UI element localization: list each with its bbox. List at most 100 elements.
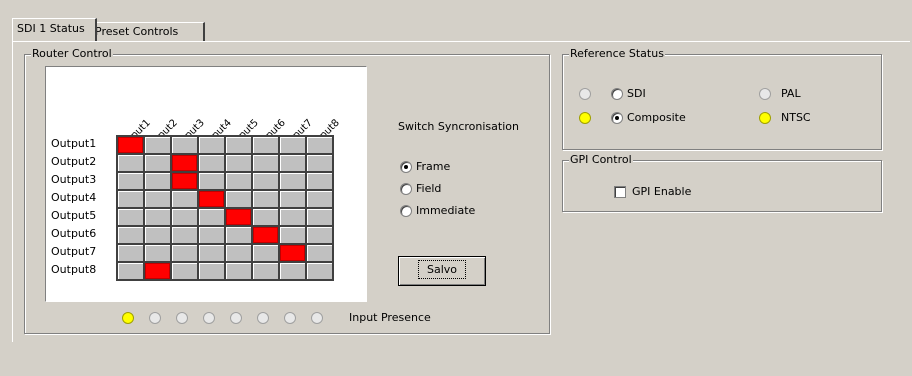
crosspoint-button[interactable] (253, 191, 278, 207)
crosspoint-button[interactable] (172, 155, 197, 171)
crosspoint-button[interactable] (172, 137, 197, 153)
crosspoint-button[interactable] (253, 263, 278, 279)
crosspoint-button[interactable] (280, 191, 305, 207)
crosspoint-button[interactable] (253, 209, 278, 225)
output-row-label: Output7 (51, 245, 97, 258)
crosspoint-button[interactable] (145, 209, 170, 225)
ref-composite-label: Composite (627, 111, 686, 124)
input-presence-led (230, 312, 242, 324)
crosspoint-button[interactable] (145, 245, 170, 261)
crosspoint-button[interactable] (199, 227, 224, 243)
sync-frame-option[interactable]: Frame (400, 160, 450, 174)
crosspoint-button[interactable] (145, 263, 170, 279)
crosspoint-button[interactable] (253, 155, 278, 171)
crosspoint-button[interactable] (118, 191, 143, 207)
crosspoint-button[interactable] (118, 209, 143, 225)
sync-immediate-label: Immediate (416, 204, 476, 217)
crosspoint-button[interactable] (199, 263, 224, 279)
gpi-control-title: GPI Control (569, 153, 633, 167)
crosspoint-button[interactable] (199, 245, 224, 261)
crosspoint-button[interactable] (280, 245, 305, 261)
salvo-button[interactable]: Salvo (398, 256, 486, 286)
crosspoint-button[interactable] (145, 137, 170, 153)
output-row-label: Output1 (51, 137, 97, 150)
crosspoint-button[interactable] (199, 173, 224, 189)
crosspoint-button[interactable] (307, 191, 332, 207)
crosspoint-button[interactable] (280, 263, 305, 279)
ref-sdi-radio[interactable] (611, 88, 623, 100)
salvo-button-label: Salvo (417, 260, 467, 279)
input-presence-led (284, 312, 296, 324)
crosspoint-button[interactable] (307, 263, 332, 279)
output-row-label: Output5 (51, 209, 97, 222)
crosspoint-button[interactable] (226, 245, 251, 261)
crosspoint-button[interactable] (172, 245, 197, 261)
crosspoint-button[interactable] (307, 227, 332, 243)
crosspoint-button[interactable] (172, 227, 197, 243)
pal-led (759, 88, 771, 100)
crosspoint-button[interactable] (172, 173, 197, 189)
sync-immediate-radio[interactable] (400, 205, 412, 217)
sync-field-label: Field (416, 182, 442, 195)
input-presence-led (149, 312, 161, 324)
crosspoint-button[interactable] (253, 137, 278, 153)
tab-preset-controls[interactable]: Preset Controls (90, 22, 205, 41)
crosspoint-button[interactable] (145, 227, 170, 243)
sync-field-option[interactable]: Field (400, 182, 441, 196)
input-presence-led (203, 312, 215, 324)
crosspoint-button[interactable] (307, 137, 332, 153)
crosspoint-button[interactable] (280, 173, 305, 189)
crosspoint-button[interactable] (145, 155, 170, 171)
crosspoint-button[interactable] (199, 155, 224, 171)
routing-matrix-panel: Input1 Input2 Input3 Input4 Input5 Input6 Inpu… (45, 66, 367, 302)
crosspoint-button[interactable] (226, 209, 251, 225)
crosspoint-button[interactable] (118, 245, 143, 261)
crosspoint-button[interactable] (172, 263, 197, 279)
sync-frame-radio[interactable] (400, 161, 412, 173)
gpi-enable-label: GPI Enable (632, 185, 692, 198)
crosspoint-button[interactable] (118, 137, 143, 153)
crosspoint-button[interactable] (253, 245, 278, 261)
gpi-enable-option[interactable]: GPI Enable (614, 185, 691, 199)
crosspoint-button[interactable] (253, 227, 278, 243)
crosspoint-button[interactable] (226, 191, 251, 207)
gpi-enable-checkbox[interactable] (614, 186, 626, 198)
ref-sdi-option[interactable]: SDI (611, 87, 646, 101)
crosspoint-button[interactable] (172, 191, 197, 207)
crosspoint-button[interactable] (118, 155, 143, 171)
crosspoint-button[interactable] (307, 209, 332, 225)
sync-immediate-option[interactable]: Immediate (400, 204, 475, 218)
crosspoint-button[interactable] (226, 227, 251, 243)
crosspoint-button[interactable] (226, 155, 251, 171)
crosspoint-button[interactable] (199, 191, 224, 207)
crosspoint-button[interactable] (226, 263, 251, 279)
ref-composite-option[interactable]: Composite (611, 111, 686, 125)
ref-composite-radio[interactable] (611, 112, 623, 124)
crosspoint-button[interactable] (280, 227, 305, 243)
crosspoint-button[interactable] (199, 137, 224, 153)
crosspoint-button[interactable] (199, 209, 224, 225)
reference-status-title: Reference Status (569, 47, 665, 61)
crosspoint-button[interactable] (226, 173, 251, 189)
input-presence-led (311, 312, 323, 324)
crosspoint-button[interactable] (253, 173, 278, 189)
crosspoint-button[interactable] (280, 209, 305, 225)
composite-led (579, 112, 591, 124)
crosspoint-button[interactable] (118, 227, 143, 243)
sdi-led (579, 88, 591, 100)
crosspoint-button[interactable] (118, 263, 143, 279)
crosspoint-button[interactable] (307, 155, 332, 171)
crosspoint-button[interactable] (280, 137, 305, 153)
ref-sdi-label: SDI (627, 87, 646, 100)
crosspoint-button[interactable] (226, 137, 251, 153)
crosspoint-button[interactable] (307, 173, 332, 189)
crosspoint-button[interactable] (172, 209, 197, 225)
tab-sdi-1-status[interactable]: SDI 1 Status (12, 18, 97, 41)
crosspoint-button[interactable] (145, 191, 170, 207)
crosspoint-button[interactable] (280, 155, 305, 171)
routing-grid (116, 135, 334, 281)
crosspoint-button[interactable] (145, 173, 170, 189)
crosspoint-button[interactable] (118, 173, 143, 189)
crosspoint-button[interactable] (307, 245, 332, 261)
sync-field-radio[interactable] (400, 183, 412, 195)
